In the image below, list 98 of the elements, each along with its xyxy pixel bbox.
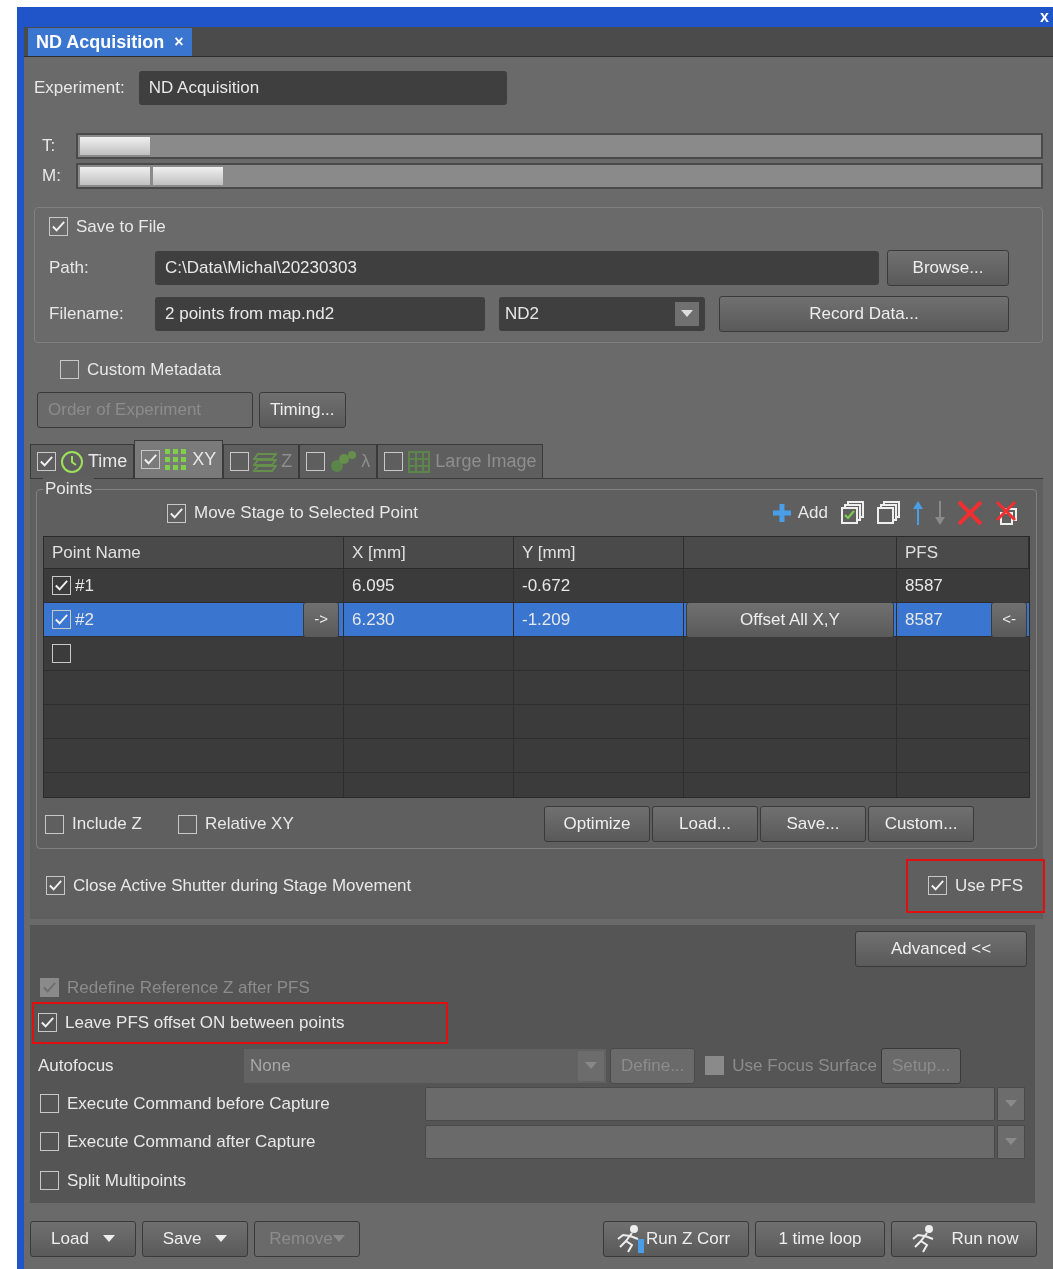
checkbox[interactable] bbox=[52, 576, 71, 595]
checkbox[interactable] bbox=[40, 1094, 59, 1113]
table-cell-text: #2 bbox=[75, 608, 94, 631]
checkbox-label: Use PFS bbox=[954, 875, 1023, 897]
checkbox[interactable] bbox=[46, 876, 65, 896]
record-data-button[interactable]: Record Data... bbox=[719, 295, 1009, 332]
checkbox[interactable] bbox=[52, 610, 71, 629]
table-row[interactable]: #2 -> 6.230 -1.209 Offset All X,Y 8587 <- bbox=[44, 603, 1029, 637]
caret-icon bbox=[1005, 1099, 1017, 1108]
autofocus-dropdown[interactable]: None bbox=[244, 1048, 606, 1083]
checkbox-label: Close Active Shutter during Stage Movement bbox=[73, 875, 412, 897]
button[interactable]: Optimize bbox=[544, 806, 650, 842]
checkbox[interactable] bbox=[52, 644, 71, 663]
button[interactable]: Save... bbox=[760, 806, 866, 842]
checkbox-label: Execute Command after Capture bbox=[67, 1130, 316, 1153]
button[interactable]: Load... bbox=[652, 806, 758, 842]
field-label: Path: bbox=[49, 256, 90, 279]
layers-icon bbox=[253, 450, 278, 473]
checkbox-label: Split Multipoints bbox=[67, 1169, 187, 1192]
checkbox-label: Include Z bbox=[72, 813, 142, 836]
table-cell-text: 8587 bbox=[905, 608, 943, 631]
checkbox[interactable] bbox=[60, 359, 79, 379]
caret-icon bbox=[102, 1235, 115, 1243]
checkbox[interactable] bbox=[177, 814, 197, 834]
experiment-field[interactable]: ND Acquisition bbox=[138, 71, 507, 105]
checkbox-label: Relative XY bbox=[204, 813, 294, 836]
field-label: Experiment: bbox=[34, 77, 125, 100]
field-label: Filename: bbox=[49, 302, 125, 325]
clock-icon bbox=[60, 449, 84, 474]
save-button[interactable]: Save bbox=[142, 1221, 248, 1257]
copy-icon[interactable] bbox=[876, 500, 902, 526]
dimension-tab[interactable]: XY bbox=[134, 440, 224, 478]
dimension-tab[interactable]: Time bbox=[30, 444, 135, 478]
arrow-up-icon[interactable] bbox=[912, 499, 924, 527]
close-icon[interactable]: x bbox=[1040, 7, 1049, 27]
run-z-corr-button[interactable]: Run Z Corr bbox=[603, 1221, 749, 1257]
browse-button[interactable]: Browse... bbox=[887, 249, 1009, 286]
column-header[interactable]: X [mm] bbox=[352, 539, 406, 566]
table-cell-text: -1.209 bbox=[522, 608, 571, 631]
checkbox-label: Leave PFS offset ON between points bbox=[65, 1012, 345, 1034]
column-header[interactable]: Point Name bbox=[52, 539, 141, 566]
checkbox[interactable] bbox=[927, 876, 947, 896]
tab-label: Time bbox=[88, 450, 128, 473]
checkbox-label: Save to File bbox=[76, 216, 166, 238]
checkbox-label: Custom Metadata bbox=[87, 358, 222, 381]
path-field[interactable]: C:\Data\Michal\20230303 bbox=[155, 250, 879, 285]
checkbox[interactable] bbox=[40, 1170, 59, 1190]
caret-icon bbox=[1005, 1137, 1017, 1146]
checkbox[interactable] bbox=[49, 217, 68, 237]
row-label: M: bbox=[41, 165, 62, 188]
table-cell-text: #1 bbox=[75, 574, 94, 597]
caret-icon bbox=[681, 309, 693, 318]
go-button[interactable]: -> bbox=[303, 601, 339, 638]
redacted-block bbox=[153, 167, 223, 185]
button[interactable]: Custom... bbox=[868, 806, 974, 842]
loop-button[interactable]: 1 time loop bbox=[755, 1221, 885, 1257]
load-button[interactable]: Load bbox=[30, 1221, 136, 1257]
filename-field[interactable]: 2 points from map.nd2 bbox=[155, 296, 485, 331]
field-label: Autofocus bbox=[38, 1054, 115, 1077]
close-icon[interactable]: × bbox=[174, 30, 184, 54]
redacted-block bbox=[80, 137, 150, 155]
panel-tab[interactable]: ND Acquisition × bbox=[28, 28, 192, 56]
tab-label: XY bbox=[192, 448, 217, 471]
fetch-button[interactable]: <- bbox=[991, 601, 1027, 638]
add-button[interactable]: Add bbox=[769, 500, 830, 526]
checkbox[interactable] bbox=[45, 814, 64, 834]
circles-icon bbox=[329, 449, 358, 474]
tab-title: ND Acquisition bbox=[36, 30, 165, 54]
column-header[interactable]: PFS bbox=[905, 539, 939, 566]
command-field[interactable] bbox=[425, 1086, 995, 1121]
run-now-button[interactable]: Run now bbox=[891, 1221, 1037, 1257]
row-label: T: bbox=[41, 135, 57, 158]
checkbox[interactable] bbox=[141, 450, 161, 469]
checkbox[interactable] bbox=[167, 503, 186, 523]
command-field[interactable] bbox=[425, 1124, 995, 1159]
checkbox[interactable] bbox=[40, 1132, 59, 1151]
timing-button[interactable]: Timing... bbox=[259, 392, 346, 428]
dropdown-button[interactable] bbox=[675, 301, 699, 326]
offset-button[interactable]: Offset All X,Y bbox=[686, 601, 894, 638]
checkbox-label: Execute Command before Capture bbox=[67, 1092, 330, 1115]
caret-icon bbox=[332, 1235, 345, 1243]
grid-icon bbox=[164, 447, 189, 472]
table-cell-text: 6.230 bbox=[352, 608, 395, 631]
tiles-icon bbox=[407, 449, 432, 474]
checkbox[interactable] bbox=[38, 1013, 57, 1033]
advanced-button[interactable]: Advanced << bbox=[855, 930, 1027, 967]
caret-icon bbox=[585, 1061, 597, 1070]
copy-check-icon[interactable] bbox=[840, 500, 866, 526]
checkbox[interactable] bbox=[37, 452, 56, 471]
column-header[interactable]: Y [mm] bbox=[522, 539, 576, 566]
redacted-block bbox=[80, 167, 150, 185]
format-dropdown[interactable]: ND2 bbox=[499, 296, 705, 331]
table-cell-text: 8587 bbox=[905, 574, 943, 597]
caret-icon bbox=[215, 1235, 228, 1243]
table-cell-text: -0.672 bbox=[522, 574, 571, 597]
plus-icon bbox=[771, 503, 792, 523]
checkbox-label: Move Stage to Selected Point bbox=[194, 502, 418, 525]
table-cell-text: 6.095 bbox=[352, 574, 395, 597]
